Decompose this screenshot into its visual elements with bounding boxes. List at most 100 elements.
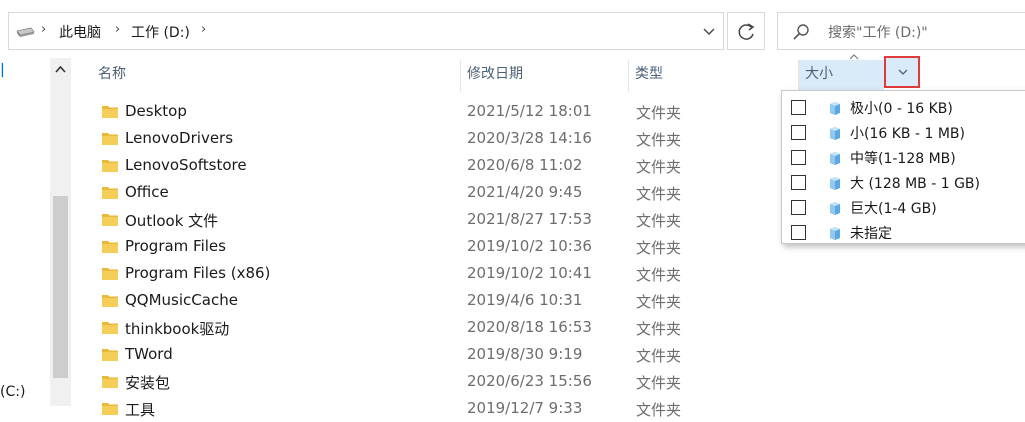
file-type: 文件夹	[636, 104, 682, 122]
size-filter-dropdown-button[interactable]	[884, 56, 920, 88]
refresh-icon	[738, 23, 755, 40]
nav-item-drive-c[interactable]: (C:)	[0, 384, 25, 400]
folder-icon	[102, 241, 118, 253]
filter-option-label: 巨大(1-4 GB)	[850, 201, 937, 217]
cube-icon	[830, 177, 840, 190]
size-filter-option[interactable]: 未指定	[782, 220, 1025, 245]
file-type: 文件夹	[636, 347, 682, 365]
breadcrumb-this-pc[interactable]: 此电脑	[59, 22, 101, 42]
file-type: 文件夹	[636, 131, 682, 149]
folder-icon	[102, 268, 118, 280]
file-row[interactable]: Program Files (x86) 2019/10/2 10:41 文件夹	[92, 260, 782, 287]
folder-icon	[102, 133, 118, 145]
filter-option-label: 大 (128 MB - 1 GB)	[850, 176, 980, 192]
file-name: Office	[125, 183, 169, 201]
file-row[interactable]: 安装包 2020/6/23 15:56 文件夹	[92, 368, 782, 395]
filter-option-label: 小(16 KB - 1 MB)	[850, 126, 965, 142]
column-header-name[interactable]: 名称	[92, 60, 460, 92]
scrollbar-thumb[interactable]	[53, 196, 68, 378]
file-type: 文件夹	[636, 266, 682, 284]
filter-checkbox[interactable]	[791, 200, 806, 215]
file-name: LenovoDrivers	[125, 129, 234, 147]
folder-icon	[102, 187, 118, 199]
filter-checkbox[interactable]	[791, 125, 806, 140]
scroll-up-arrow-icon[interactable]	[53, 62, 68, 77]
file-modified-date: 2020/8/18 16:53	[467, 318, 592, 336]
filter-checkbox[interactable]	[791, 100, 806, 115]
file-name: Outlook 文件	[125, 212, 219, 230]
file-name: TWord	[125, 345, 173, 363]
file-name: Program Files	[125, 237, 226, 255]
file-row[interactable]: LenovoDrivers 2020/3/28 14:16 文件夹	[92, 125, 782, 152]
size-filter-option[interactable]: 大 (128 MB - 1 GB)	[782, 170, 1025, 195]
filter-checkbox[interactable]	[791, 150, 806, 165]
column-header-size[interactable]: 大小	[798, 60, 884, 92]
file-row[interactable]: Outlook 文件 2021/8/27 17:53 文件夹	[92, 206, 782, 233]
column-header-type[interactable]: 类型	[628, 60, 798, 92]
file-type: 文件夹	[636, 320, 682, 338]
file-row[interactable]: Program Files 2019/10/2 10:36 文件夹	[92, 233, 782, 260]
file-name: Program Files (x86)	[125, 264, 271, 282]
vertical-scrollbar[interactable]	[50, 58, 71, 406]
size-filter-option[interactable]: 极小(0 - 16 KB)	[782, 95, 1025, 120]
file-type: 文件夹	[636, 212, 682, 230]
file-row[interactable]: Desktop 2021/5/12 18:01 文件夹	[92, 98, 782, 125]
file-type: 文件夹	[636, 374, 682, 392]
filter-checkbox[interactable]	[791, 225, 806, 240]
file-modified-date: 2021/5/12 18:01	[467, 102, 592, 120]
file-name: 安装包	[125, 374, 171, 392]
file-type: 文件夹	[636, 293, 682, 311]
filter-checkbox[interactable]	[791, 175, 806, 190]
drive-icon	[16, 27, 35, 37]
size-filter-option[interactable]: 中等(1-128 MB)	[782, 145, 1025, 170]
chevron-down-icon	[898, 69, 908, 75]
search-input[interactable]: 搜索"工作 (D:)"	[828, 22, 928, 42]
cube-icon	[830, 152, 840, 165]
file-row[interactable]: TWord 2019/8/30 9:19 文件夹	[92, 341, 782, 368]
file-type: 文件夹	[636, 239, 682, 257]
filter-option-label: 中等(1-128 MB)	[850, 151, 956, 167]
file-type: 文件夹	[636, 158, 682, 176]
file-type: 文件夹	[636, 185, 682, 203]
file-modified-date: 2019/4/6 10:31	[467, 291, 583, 309]
file-row[interactable]: 工具 2019/12/7 9:33 文件夹	[92, 395, 782, 422]
file-name: 工具	[125, 401, 156, 419]
folder-icon	[102, 295, 118, 307]
filter-option-label: 未指定	[850, 226, 892, 242]
file-row[interactable]: QQMusicCache 2019/4/6 10:31 文件夹	[92, 287, 782, 314]
cube-icon	[830, 102, 840, 115]
navigation-pane[interactable]	[0, 58, 48, 406]
file-name: LenovoSoftstore	[125, 156, 247, 174]
address-bar[interactable]: › 此电脑 › 工作 (D:) ›	[8, 12, 724, 50]
folder-icon	[102, 403, 118, 415]
search-box[interactable]: 搜索"工作 (D:)"	[777, 12, 1025, 50]
search-icon	[793, 24, 809, 40]
breadcrumb-drive-d[interactable]: 工作 (D:)	[131, 22, 190, 42]
file-row[interactable]: Office 2021/4/20 9:45 文件夹	[92, 179, 782, 206]
file-modified-date: 2020/6/8 11:02	[467, 156, 583, 174]
file-name: QQMusicCache	[125, 291, 238, 309]
folder-icon	[102, 214, 118, 226]
file-modified-date: 2019/10/2 10:41	[467, 264, 592, 282]
filter-option-label: 极小(0 - 16 KB)	[850, 101, 953, 117]
folder-icon	[102, 322, 118, 334]
folder-icon	[102, 376, 118, 388]
size-filter-option[interactable]: 小(16 KB - 1 MB)	[782, 120, 1025, 145]
sort-ascending-icon	[849, 54, 859, 60]
file-modified-date: 2020/6/23 15:56	[467, 372, 592, 390]
file-type: 文件夹	[636, 401, 682, 419]
breadcrumb-separator[interactable]: ›	[201, 22, 206, 37]
file-modified-date: 2021/4/20 9:45	[467, 183, 583, 201]
file-modified-date: 2020/3/28 14:16	[467, 129, 592, 147]
chevron-down-icon[interactable]	[701, 23, 717, 39]
size-filter-menu: 极小(0 - 16 KB) 小(16 KB - 1 MB) 中等(1-128 MB)…	[781, 90, 1025, 244]
file-modified-date: 2021/8/27 17:53	[467, 210, 592, 228]
refresh-button[interactable]	[727, 12, 765, 50]
file-name: thinkbook驱动	[125, 320, 230, 338]
file-row[interactable]: LenovoSoftstore 2020/6/8 11:02 文件夹	[92, 152, 782, 179]
breadcrumb-separator[interactable]: ›	[115, 22, 120, 37]
breadcrumb-separator[interactable]: ›	[41, 22, 46, 37]
column-header-date[interactable]: 修改日期	[460, 60, 628, 92]
size-filter-option[interactable]: 巨大(1-4 GB)	[782, 195, 1025, 220]
file-row[interactable]: thinkbook驱动 2020/8/18 16:53 文件夹	[92, 314, 782, 341]
